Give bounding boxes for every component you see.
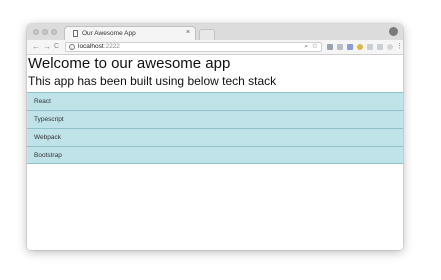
page-subheading: This app has been built using below tech… xyxy=(28,74,277,88)
page-content: Welcome to our awesome app This app has … xyxy=(27,55,403,250)
window-zoom-dot[interactable] xyxy=(51,29,57,35)
extension-icon-1[interactable] xyxy=(327,44,333,50)
back-icon[interactable]: ← xyxy=(32,42,40,52)
menu-overflow-icon[interactable]: ⋮ xyxy=(396,42,403,52)
extension-icon-5[interactable] xyxy=(367,44,373,50)
url-text[interactable]: localhost:2222 xyxy=(78,42,120,52)
profile-icon[interactable] xyxy=(389,27,398,36)
extension-icon-7[interactable] xyxy=(387,44,393,50)
url-port: :2222 xyxy=(103,43,120,50)
list-item: Typescript xyxy=(27,110,403,128)
tab-close-icon[interactable]: × xyxy=(186,27,190,39)
list-item: Bootstrap xyxy=(27,146,403,164)
extension-icon-6[interactable] xyxy=(377,44,383,50)
browser-tab[interactable]: Our Awesome App × xyxy=(64,26,196,40)
address-bar[interactable]: i localhost:2222 ⌕ ☆ xyxy=(65,42,322,52)
page-heading: Welcome to our awesome app xyxy=(28,55,231,72)
document-icon xyxy=(73,30,78,37)
tab-strip: Our Awesome App × xyxy=(27,24,403,40)
extension-icon-4[interactable] xyxy=(357,44,363,50)
extension-icon-3[interactable] xyxy=(347,44,353,50)
bookmark-star-icon[interactable]: ☆ xyxy=(312,42,318,52)
browser-toolbar: ← → C i localhost:2222 ⌕ ☆ ⋮ xyxy=(27,40,403,55)
window-minimize-dot[interactable] xyxy=(42,29,48,35)
list-item: Webpack xyxy=(27,128,403,146)
new-tab-button[interactable] xyxy=(199,29,215,40)
url-host: localhost xyxy=(78,43,104,50)
forward-icon[interactable]: → xyxy=(43,42,51,52)
list-item: React xyxy=(27,92,403,110)
zoom-icon[interactable]: ⌕ xyxy=(304,42,308,52)
info-icon[interactable]: i xyxy=(69,44,75,50)
tech-stack-list: React Typescript Webpack Bootstrap xyxy=(27,92,403,164)
window-close-dot[interactable] xyxy=(33,29,39,35)
extension-icon-2[interactable] xyxy=(337,44,343,50)
reload-icon[interactable]: C xyxy=(54,42,59,52)
tab-title: Our Awesome App xyxy=(82,30,136,37)
browser-window: Our Awesome App × ← → C i localhost:2222… xyxy=(27,24,403,250)
